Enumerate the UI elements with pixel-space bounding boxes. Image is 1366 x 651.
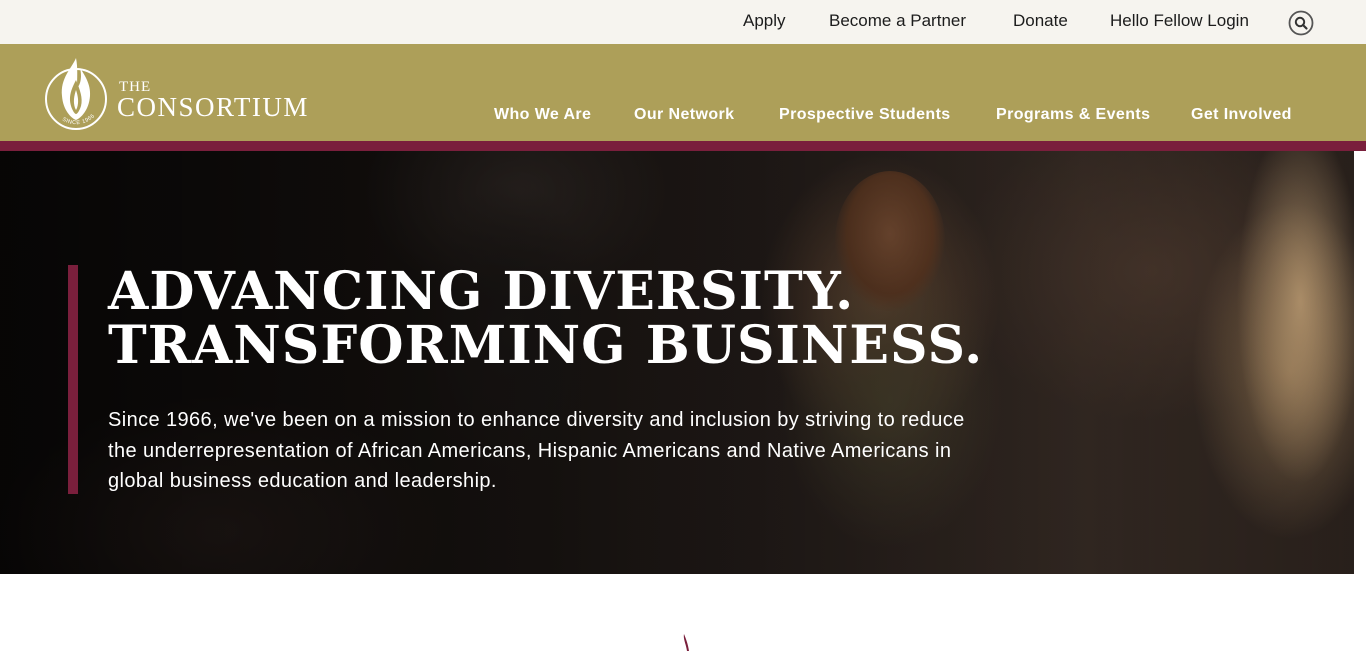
search-button[interactable] <box>1288 10 1314 36</box>
hero-title-line-1: ADVANCING DIVERSITY. <box>108 261 855 322</box>
utility-bar: Apply Become a Partner Donate Hello Fell… <box>0 0 1366 44</box>
hero-title-line-2: TRANSFORMING BUSINESS. <box>108 315 984 376</box>
nav-our-network[interactable]: Our Network <box>634 106 734 124</box>
nav-who-we-are[interactable]: Who We Are <box>494 106 591 124</box>
donate-link[interactable]: Donate <box>1013 11 1068 31</box>
hero-banner: ADVANCING DIVERSITY. TRANSFORMING BUSINE… <box>0 151 1354 574</box>
search-icon <box>1288 10 1314 36</box>
nav-accent-stripe <box>0 141 1366 151</box>
nav-programs-events[interactable]: Programs & Events <box>996 106 1150 124</box>
fellow-login-link[interactable]: Hello Fellow Login <box>1110 11 1249 31</box>
consortium-logo[interactable]: SINCE 1966 THE CONSORTIUM <box>44 54 324 134</box>
hero-title: ADVANCING DIVERSITY. TRANSFORMING BUSINE… <box>108 265 1008 373</box>
become-a-partner-link[interactable]: Become a Partner <box>829 11 966 31</box>
apply-link[interactable]: Apply <box>743 11 786 31</box>
logo-name: CONSORTIUM <box>117 92 309 122</box>
scrollbar[interactable] <box>1354 151 1366 651</box>
hero-description: Since 1966, we've been on a mission to e… <box>108 409 965 492</box>
nav-prospective-students[interactable]: Prospective Students <box>779 106 951 124</box>
hero-accent-bar <box>68 265 78 494</box>
nav-get-involved[interactable]: Get Involved <box>1191 106 1292 124</box>
flame-icon <box>683 634 689 651</box>
flame-emblem-icon: SINCE 1966 <box>45 58 107 130</box>
